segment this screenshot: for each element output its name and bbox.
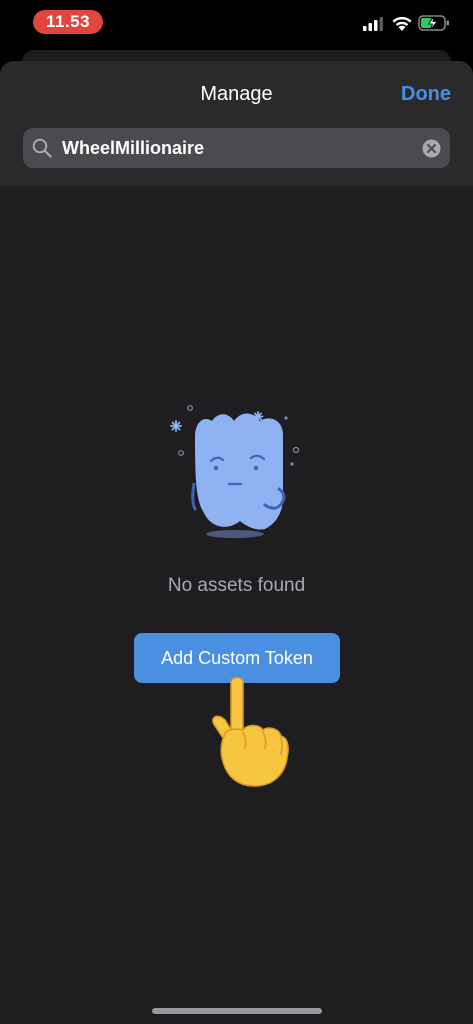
home-indicator[interactable]	[152, 1008, 322, 1014]
wifi-icon	[392, 16, 412, 31]
battery-charging-icon	[418, 15, 449, 31]
search-input[interactable]	[62, 128, 402, 168]
empty-state-message: No assets found	[167, 575, 306, 596]
confused-ghost-illustration	[170, 405, 300, 538]
status-time: 11.53	[33, 10, 103, 34]
sheet-header: Manage Done	[0, 61, 473, 186]
pointing-hand-icon	[212, 676, 289, 787]
cellular-signal-icon	[363, 17, 383, 31]
done-button[interactable]: Done	[401, 83, 451, 106]
screen: 11.53 Manage Done WheelMillionaire No as…	[0, 0, 473, 1024]
manage-sheet: Manage Done WheelMillionaire No assets f…	[0, 61, 473, 1024]
search-bar[interactable]	[23, 128, 450, 168]
search-icon	[32, 138, 52, 158]
status-bar: 11.53	[0, 0, 473, 48]
clear-icon[interactable]	[422, 139, 441, 158]
